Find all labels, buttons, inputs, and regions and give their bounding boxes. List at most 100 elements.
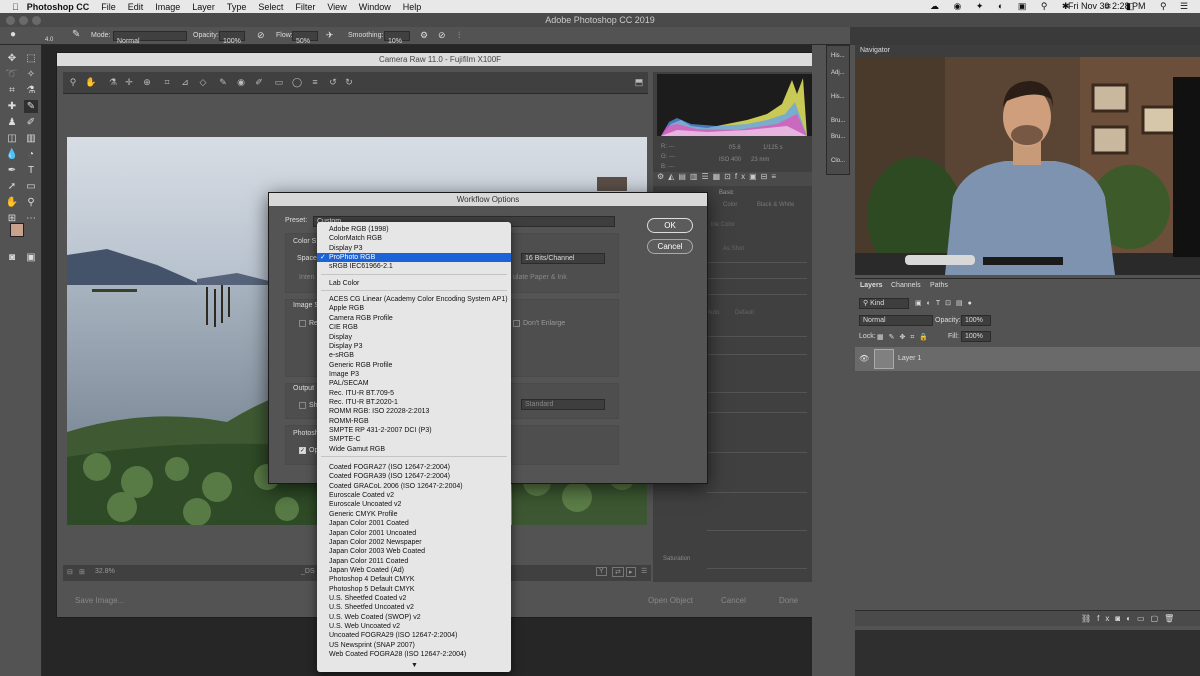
menu-select[interactable]: Select <box>258 2 283 12</box>
color-space-option[interactable]: ROMM-RGB <box>317 417 511 426</box>
color-space-option[interactable]: Japan Color 2011 Coated <box>317 557 511 566</box>
screen-mode-icon[interactable]: ▣ <box>24 251 38 264</box>
spot-removal-icon[interactable]: ✎ <box>217 76 229 88</box>
slider-temp[interactable] <box>707 262 807 263</box>
color-space-option[interactable]: U.S. Sheetfed Uncoated v2 <box>317 603 511 612</box>
brush-settings-panel-icon[interactable]: Bru... <box>831 134 845 140</box>
brush-tool-icon[interactable]: ✎ <box>24 100 38 113</box>
brush-panel-icon[interactable]: Bru... <box>831 118 845 124</box>
menu-help[interactable]: Help <box>403 2 422 12</box>
color-space-option[interactable]: ColorMatch RGB <box>317 234 511 243</box>
transform-icon[interactable]: ◇ <box>197 76 209 88</box>
navigator-panel-header[interactable]: Navigator <box>855 45 1200 57</box>
color-space-option[interactable]: Display P3 <box>317 342 511 351</box>
zoom-window-button[interactable] <box>32 16 41 25</box>
panel-tabs[interactable]: ⚙◭▤▥☰▦⊡fx▣⊟≡ <box>653 172 819 186</box>
more-tools-icon[interactable]: ⋯ <box>24 212 38 225</box>
dodge-tool-icon[interactable]: ◔ <box>24 148 38 161</box>
color-space-option[interactable]: Japan Color 2001 Uncoated <box>317 529 511 538</box>
eyedropper-tool-icon[interactable]: ⚗ <box>24 84 38 97</box>
profile-select[interactable]: ble Color <box>711 222 735 228</box>
color-space-option[interactable]: Photoshop 5 Default CMYK <box>317 585 511 594</box>
graduated-filter-icon[interactable]: ▭ <box>273 76 285 88</box>
clone-stamp-tool-icon[interactable]: ♟ <box>5 116 19 129</box>
color-space-option[interactable]: Image P3 <box>317 370 511 379</box>
tab-channels[interactable]: Channels <box>891 282 921 289</box>
dialog-cancel-button[interactable]: Cancel <box>647 239 693 254</box>
color-space-dropdown[interactable]: Adobe RGB (1998) ColorMatch RGB Display P3… <box>317 222 511 672</box>
crop-icon[interactable]: ⌗ <box>161 76 173 88</box>
fullscreen-icon[interactable]: ⬒ <box>633 76 645 88</box>
lasso-tool-icon[interactable]: ➰ <box>5 68 19 81</box>
zoom-level[interactable]: 32.8% <box>95 568 115 575</box>
slider-saturation[interactable] <box>707 568 807 569</box>
color-space-option[interactable]: sRGB IEC61966-2.1 <box>317 262 511 271</box>
color-space-option[interactable]: U.S. Sheetfed Coated v2 <box>317 594 511 603</box>
color-space-option[interactable]: ✓ ProPhoto RGB <box>317 253 511 263</box>
slider-blacks[interactable] <box>707 492 807 493</box>
quick-mask-icon[interactable]: ◙ <box>5 251 19 264</box>
color-space-option[interactable]: Display <box>317 333 511 342</box>
healing-tool-icon[interactable]: ✚ <box>5 100 19 113</box>
color-space-option[interactable]: Web Coated FOGRA28 (ISO 12647-2:2004) <box>317 650 511 659</box>
color-space-option[interactable]: U.S. Web Uncoated v2 <box>317 622 511 631</box>
menu-filter[interactable]: Filter <box>295 2 315 12</box>
color-space-option[interactable]: e-sRGB <box>317 351 511 360</box>
straighten-icon[interactable]: ⊿ <box>179 76 191 88</box>
apple-icon[interactable]:  <box>12 2 19 12</box>
save-image-button[interactable]: Save Image... <box>75 596 124 605</box>
color-space-option[interactable]: Adobe RGB (1998) <box>317 225 511 234</box>
tab-paths[interactable]: Paths <box>930 282 948 289</box>
bw-radio[interactable]: Black & White <box>757 202 794 208</box>
radial-filter-icon[interactable]: ◯ <box>291 76 303 88</box>
ok-button[interactable]: OK <box>647 218 693 233</box>
menu-edit[interactable]: Edit <box>128 2 144 12</box>
blur-tool-icon[interactable]: 💧 <box>5 148 19 161</box>
resize-checkbox[interactable] <box>299 320 306 327</box>
color-space-option[interactable]: PAL/SECAM <box>317 379 511 388</box>
bit-depth-select[interactable]: 16 Bits/Channel <box>521 253 605 264</box>
color-space-option[interactable]: CIE RGB <box>317 323 511 332</box>
color-space-option[interactable]: Japan Color 2001 Coated <box>317 519 511 528</box>
close-window-button[interactable] <box>6 16 15 25</box>
tab-layers[interactable]: Layers <box>860 282 883 289</box>
pen-tool-icon[interactable]: ✒ <box>5 164 19 177</box>
slider-tint[interactable] <box>707 278 807 279</box>
hand-icon[interactable]: ✋ <box>85 76 97 88</box>
rotate-right-icon[interactable]: ↻ <box>343 76 355 88</box>
rotate-left-icon[interactable]: ↺ <box>327 76 339 88</box>
foreground-color-swatch[interactable] <box>10 223 24 237</box>
slider-clarity[interactable] <box>707 530 807 531</box>
history-brush-tool-icon[interactable]: ✐ <box>24 116 38 129</box>
slider-highlights[interactable] <box>707 392 807 393</box>
layer-name[interactable]: Layer 1 <box>898 355 921 362</box>
color-space-option[interactable]: Rec. ITU-R BT.709-5 <box>317 389 511 398</box>
histogram-panel-icon[interactable]: His... <box>831 94 845 100</box>
move-tool-icon[interactable]: ✥ <box>5 52 19 65</box>
brush-preset-icon[interactable]: ● <box>10 29 16 40</box>
fill-field[interactable]: 100% <box>961 331 991 342</box>
layer-action-icons[interactable]: ⛓fx◙◐▭▢🗑 <box>1081 614 1180 623</box>
airbrush-icon[interactable]: ✈ <box>326 30 334 41</box>
menu-type[interactable]: Type <box>227 2 247 12</box>
eraser-tool-icon[interactable]: ◫ <box>5 132 19 145</box>
quick-select-tool-icon[interactable]: ✧ <box>24 68 38 81</box>
dont-enlarge-checkbox[interactable] <box>513 320 520 327</box>
done-button[interactable]: Done <box>779 596 798 605</box>
menu-file[interactable]: File <box>101 2 116 12</box>
color-space-option[interactable]: SMPTE-C <box>317 435 511 444</box>
layer-filter-icons[interactable]: ▣◐T⊡▤● <box>915 299 977 307</box>
slider-contrast[interactable] <box>707 354 807 355</box>
color-space-option[interactable]: Apple RGB <box>317 304 511 313</box>
auto-link[interactable]: Auto <box>707 310 719 316</box>
minimize-window-button[interactable] <box>19 16 28 25</box>
opacity-field[interactable]: 100% <box>219 31 245 45</box>
clone-source-panel-icon[interactable]: Clo... <box>831 158 845 164</box>
rectangle-tool-icon[interactable]: ▭ <box>24 180 38 193</box>
crop-tool-icon[interactable]: ⌗ <box>5 84 19 97</box>
targeted-adjust-icon[interactable]: ⊕ <box>141 76 153 88</box>
layer-row[interactable]: 👁 Layer 1 <box>855 347 1200 371</box>
sharpen-checkbox[interactable] <box>299 402 306 409</box>
adjustment-brush-icon[interactable]: ✐ <box>253 76 265 88</box>
slider-whites[interactable] <box>707 452 807 453</box>
